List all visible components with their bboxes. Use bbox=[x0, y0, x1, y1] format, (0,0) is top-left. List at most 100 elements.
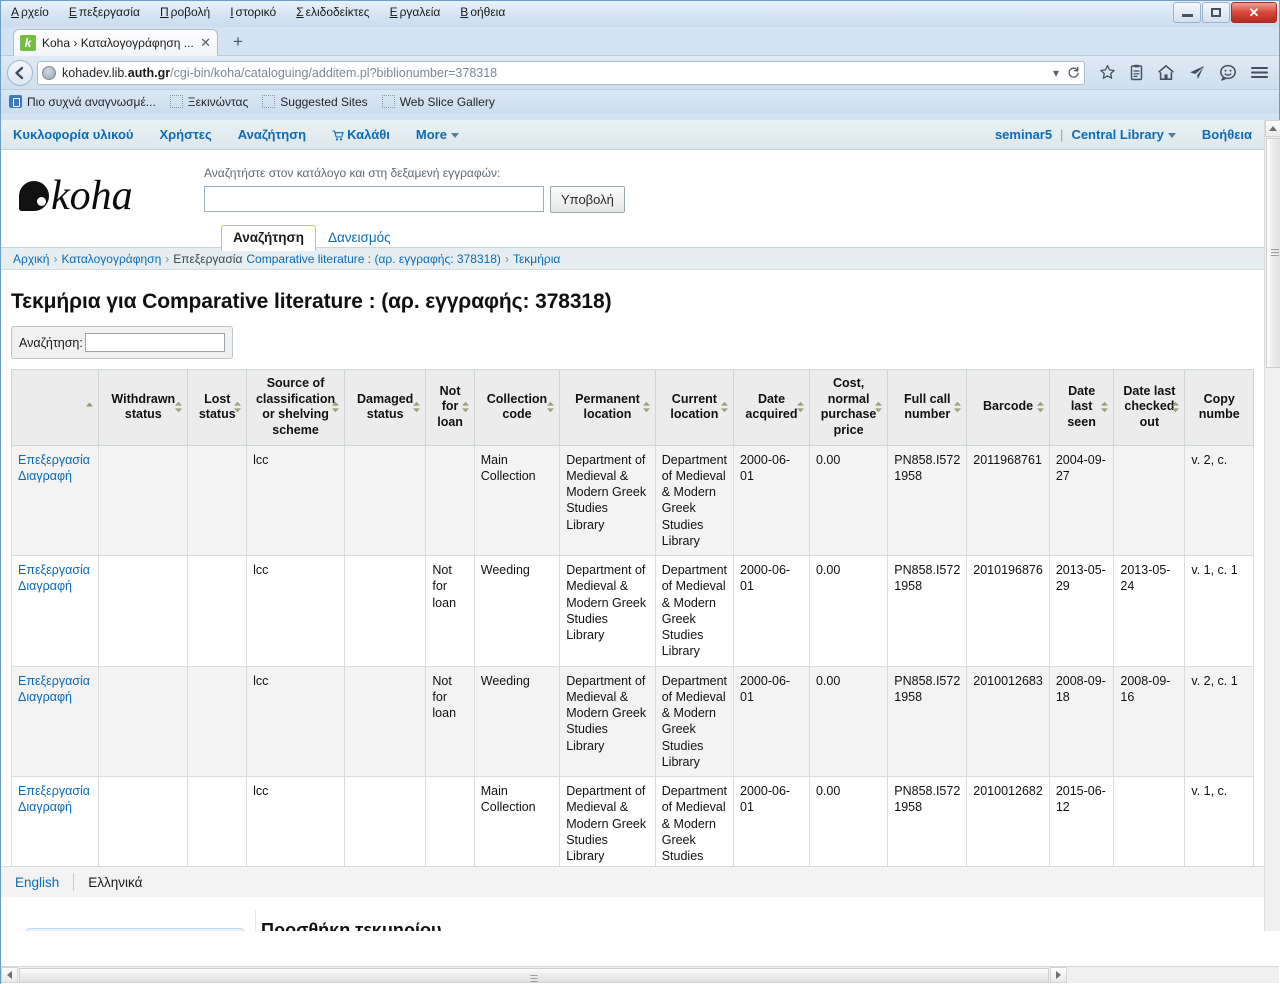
delete-item-link[interactable]: Διαγραφή bbox=[18, 689, 92, 705]
reading-list-icon[interactable] bbox=[1129, 64, 1144, 81]
nav-item-help[interactable]: Βοήθεια bbox=[1202, 127, 1252, 142]
sidebar-item-normal-view[interactable]: Κανονική προβολή bbox=[25, 927, 245, 931]
column-header-date-acquired[interactable]: Date acquired bbox=[733, 369, 810, 446]
sort-icon bbox=[642, 402, 650, 413]
menu-bar: Αρχείο Επεξεργασία Προβολή Ιστορικό Σελιδοδε… bbox=[7, 4, 507, 20]
nav-item-circulation[interactable]: Κυκλοφορία υλικού bbox=[13, 127, 133, 142]
bookmark-star-icon[interactable] bbox=[1099, 64, 1116, 81]
delete-item-link[interactable]: Διαγραφή bbox=[18, 468, 92, 484]
cell-date-last-seen: 2004-09-27 bbox=[1048, 444, 1115, 556]
language-divider bbox=[73, 873, 75, 891]
koha-top-navigation: Κυκλοφορία υλικού Χρήστες Αναζήτηση Καλά… bbox=[1, 120, 1264, 150]
chevron-down-icon[interactable]: ▾ bbox=[1053, 66, 1059, 80]
column-header-current-location[interactable]: Current location bbox=[654, 369, 735, 446]
catalog-search-label: Αναζητήστε στον κατάλογο και στη δεξαμεν… bbox=[204, 166, 501, 180]
menu-item-bookmarks[interactable]: Σελιδοδείκτες bbox=[292, 4, 371, 20]
column-header-cost[interactable]: Cost, normal purchase price bbox=[808, 369, 889, 446]
scroll-up-button[interactable] bbox=[1265, 120, 1280, 137]
nav-item-search[interactable]: Αναζήτηση bbox=[238, 127, 306, 142]
menu-item-history[interactable]: Ιστορικό bbox=[226, 4, 278, 20]
table-search-input[interactable] bbox=[84, 333, 225, 352]
column-header-damaged-status[interactable]: Damaged status bbox=[343, 369, 427, 446]
column-header-collection-code[interactable]: Collection code bbox=[473, 369, 561, 446]
nav-item-patrons[interactable]: Χρήστες bbox=[159, 127, 211, 142]
cell-barcode: 2011968761 bbox=[966, 444, 1050, 556]
breadcrumb-record[interactable]: Comparative literature : (αρ. εγγραφής: … bbox=[246, 252, 501, 266]
maximize-button[interactable] bbox=[1202, 2, 1230, 23]
cell-permanent-location: Department of Medieval & Modern Greek St… bbox=[559, 665, 656, 777]
hamburger-menu-icon[interactable] bbox=[1250, 65, 1269, 80]
bookmark-web-slice-gallery[interactable]: Web Slice Gallery bbox=[381, 95, 495, 109]
reload-icon[interactable] bbox=[1067, 66, 1080, 79]
search-subtabs: Αναζήτηση Δανεισμός bbox=[221, 224, 403, 251]
bookmark-getting-started[interactable]: Ξεκινώντας bbox=[169, 95, 248, 109]
koha-logo[interactable]: koha bbox=[19, 172, 133, 220]
edit-item-link[interactable]: Επεξεργασία bbox=[18, 673, 92, 689]
column-header-barcode[interactable]: Barcode bbox=[966, 369, 1050, 446]
delete-item-link[interactable]: Διαγραφή bbox=[18, 799, 92, 815]
cell-not-for-loan: Not for loan bbox=[425, 665, 475, 777]
column-header-copy-number[interactable]: Copy numbe bbox=[1184, 369, 1254, 446]
home-icon[interactable] bbox=[1157, 64, 1175, 81]
column-header-permanent-location[interactable]: Permanent location bbox=[559, 369, 656, 446]
send-paper-plane-icon[interactable] bbox=[1188, 64, 1206, 81]
breadcrumb-home[interactable]: Αρχική bbox=[13, 252, 49, 266]
scroll-left-button[interactable] bbox=[1, 967, 18, 983]
cell-date-last-seen: 2013-05-29 bbox=[1048, 555, 1115, 667]
column-header-withdrawn-status[interactable]: Withdrawn status bbox=[98, 369, 189, 446]
close-button[interactable]: ✕ bbox=[1231, 2, 1277, 23]
bookmark-suggested-sites[interactable]: Suggested Sites bbox=[262, 95, 368, 109]
window-horizontal-scrollbar[interactable] bbox=[1, 966, 1279, 983]
browser-nav-bar: kohadev.lib.auth.gr/cgi-bin/koha/catalog… bbox=[1, 55, 1279, 89]
menu-item-tools[interactable]: Εργαλεία bbox=[386, 4, 443, 20]
table-row: Επεξεργασία Διαγραφή lcc Main Collection… bbox=[10, 444, 1254, 556]
tab-checkout[interactable]: Δανεισμός bbox=[316, 226, 403, 249]
cell-date-last-seen: 2008-09-18 bbox=[1048, 665, 1115, 777]
cell-lost-status bbox=[187, 665, 248, 777]
breadcrumb-items[interactable]: Τεκμήρια bbox=[513, 252, 560, 266]
catalog-search-block: Αναζητήστε στον κατάλογο και στη δεξαμεν… bbox=[204, 166, 625, 213]
library-selector[interactable]: Central Library bbox=[1071, 127, 1176, 142]
edit-item-link[interactable]: Επεξεργασία bbox=[18, 783, 92, 799]
minimize-button[interactable] bbox=[1173, 2, 1201, 23]
cell-source-of-classification: lcc bbox=[246, 665, 345, 777]
nav-item-cart[interactable]: Καλάθι bbox=[332, 127, 390, 142]
column-header-actions[interactable] bbox=[10, 369, 100, 446]
column-header-not-for-loan[interactable]: Not for loan bbox=[425, 369, 475, 446]
column-header-full-call-number[interactable]: Full call number bbox=[887, 369, 968, 446]
cell-date-acquired: 2000-06-01 bbox=[733, 444, 810, 556]
language-english[interactable]: English bbox=[15, 875, 73, 890]
back-button[interactable] bbox=[7, 59, 33, 86]
menu-item-help[interactable]: Βοήθεια bbox=[456, 4, 507, 20]
column-header-lost-status[interactable]: Lost status bbox=[187, 369, 248, 446]
tab-strip: k Koha › Καταλογογράφηση ... ✕ + bbox=[1, 27, 1279, 56]
tab-search[interactable]: Αναζήτηση bbox=[221, 225, 316, 251]
delete-item-link[interactable]: Διαγραφή bbox=[18, 578, 92, 594]
column-header-date-last-checked-out[interactable]: Date last checked out bbox=[1113, 369, 1186, 446]
current-user-link[interactable]: seminar5 bbox=[995, 127, 1052, 142]
new-tab-button[interactable]: + bbox=[233, 33, 243, 51]
browser-tab-koha[interactable]: k Koha › Καταλογογράφηση ... ✕ bbox=[13, 29, 218, 56]
catalog-search-submit[interactable]: Υποβολή bbox=[550, 186, 625, 213]
nav-item-more[interactable]: More bbox=[416, 127, 459, 142]
page-vertical-scrollbar[interactable] bbox=[1264, 120, 1280, 931]
breadcrumb-cataloguing[interactable]: Καταλογογράφηση bbox=[61, 252, 161, 266]
cell-full-call-number: PN858.I572 1958 bbox=[887, 555, 968, 667]
menu-item-edit[interactable]: Επεξεργασία bbox=[65, 4, 142, 20]
tab-close-icon[interactable]: ✕ bbox=[195, 35, 211, 51]
menu-item-view[interactable]: Προβολή bbox=[156, 4, 212, 20]
column-header-date-last-seen[interactable]: Date last seen bbox=[1048, 369, 1115, 446]
catalog-search-input[interactable] bbox=[204, 186, 544, 212]
menu-item-file[interactable]: Αρχείο bbox=[7, 4, 51, 20]
smiley-feedback-icon[interactable] bbox=[1219, 64, 1237, 81]
address-bar[interactable]: kohadev.lib.auth.gr/cgi-bin/koha/catalog… bbox=[37, 60, 1085, 85]
sort-icon bbox=[547, 402, 555, 413]
library-label: Central Library bbox=[1071, 127, 1164, 142]
bookmark-most-visited[interactable]: Πιο συχνά αναγνωσμέ... bbox=[9, 95, 156, 109]
edit-item-link[interactable]: Επεξεργασία bbox=[18, 562, 92, 578]
horizontal-scroll-thumb[interactable] bbox=[19, 967, 1049, 983]
column-header-source-of-classification[interactable]: Source of classification or shelving sch… bbox=[246, 369, 345, 446]
scroll-right-button[interactable] bbox=[1050, 967, 1067, 983]
edit-item-link[interactable]: Επεξεργασία bbox=[18, 452, 92, 468]
vertical-scroll-thumb[interactable] bbox=[1266, 138, 1280, 368]
